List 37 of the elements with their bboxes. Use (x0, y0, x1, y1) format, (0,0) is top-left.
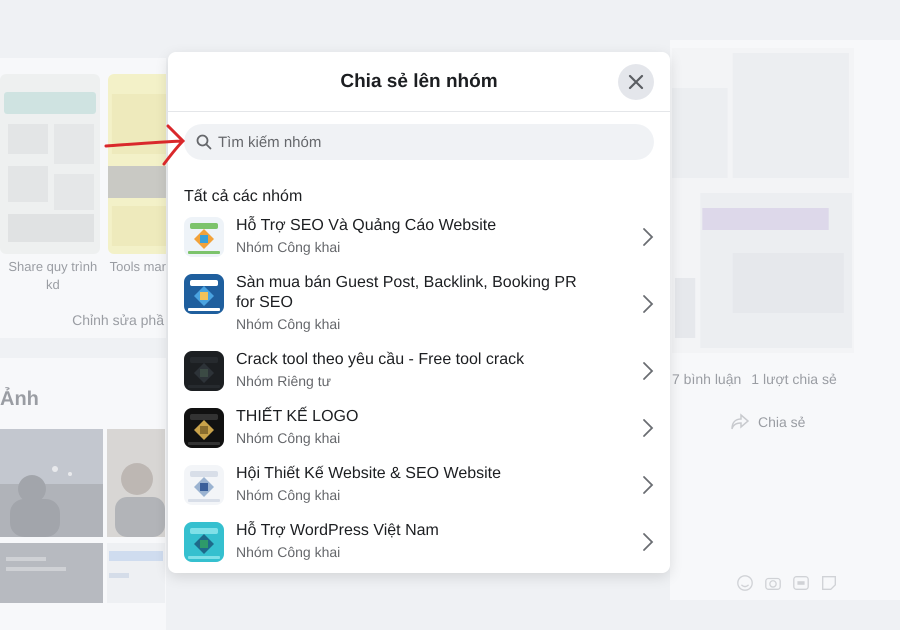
photos-heading: Ảnh (0, 388, 40, 411)
chevron-icon (642, 226, 654, 246)
gif-icon[interactable] (792, 574, 810, 592)
group-privacy: Nhóm Riêng tư (236, 372, 332, 391)
group-name: Hỗ Trợ SEO Và Quảng Cáo Website (236, 216, 498, 236)
chevron-icon (642, 294, 654, 314)
sticker-icon[interactable] (820, 574, 838, 592)
group-name: Sàn mua bán Guest Post, Backlink, Booking PR for SEO (236, 273, 578, 313)
group-name: THIẾT KẾ LOGO (236, 407, 360, 427)
section-title: Tất cả các nhóm (184, 188, 304, 206)
group-item[interactable]: THIẾT KẾ LOGO Nhóm Công khai (168, 399, 670, 456)
group-privacy: Nhóm Công khai (236, 238, 342, 257)
share-icon (730, 413, 750, 431)
group-item[interactable]: Hỗ Trợ WordPress Việt Nam Nhóm Công khai (168, 513, 670, 570)
chevron-icon (642, 532, 654, 552)
search-icon (196, 134, 212, 150)
photo-caption: Tools mar (110, 258, 166, 276)
group-name: Hỗ Trợ WordPress Việt Nam (236, 521, 440, 541)
group-privacy: Nhóm Công khai (236, 429, 342, 448)
close-icon (626, 72, 646, 92)
photo-caption: Share quy trình kd (7, 258, 98, 294)
group-name: Hội Thiết Kế Website & SEO Website (236, 464, 502, 484)
group-item[interactable]: Hội Thiết Kế Website & SEO Website Nhóm Công khai (168, 456, 670, 513)
group-item[interactable]: Sàn mua bán Guest Post, Backlink, Booking PR for SEO Nhóm Công khai (168, 265, 670, 342)
emoji-icon[interactable] (736, 574, 754, 592)
group-privacy: Nhóm Công khai (236, 486, 342, 505)
group-privacy: Nhóm Công khai (236, 543, 342, 562)
chevron-icon (642, 474, 654, 494)
close-button[interactable] (618, 64, 654, 100)
search-field[interactable]: Tìm kiếm nhóm (184, 124, 654, 160)
chevron-icon (642, 360, 654, 380)
group-item[interactable]: Crack tool theo yêu cầu - Free tool crack Nhóm Riêng tư (168, 342, 670, 399)
group-privacy: Nhóm Công khai (236, 315, 342, 334)
group-item[interactable]: Hỗ Trợ SEO Và Quảng Cáo Website Nhóm Công khai (168, 208, 670, 265)
chevron-icon (642, 418, 654, 438)
group-name: Crack tool theo yêu cầu - Free tool crack (236, 350, 526, 370)
dialog-title: Chia sẻ lên nhóm (340, 70, 498, 92)
